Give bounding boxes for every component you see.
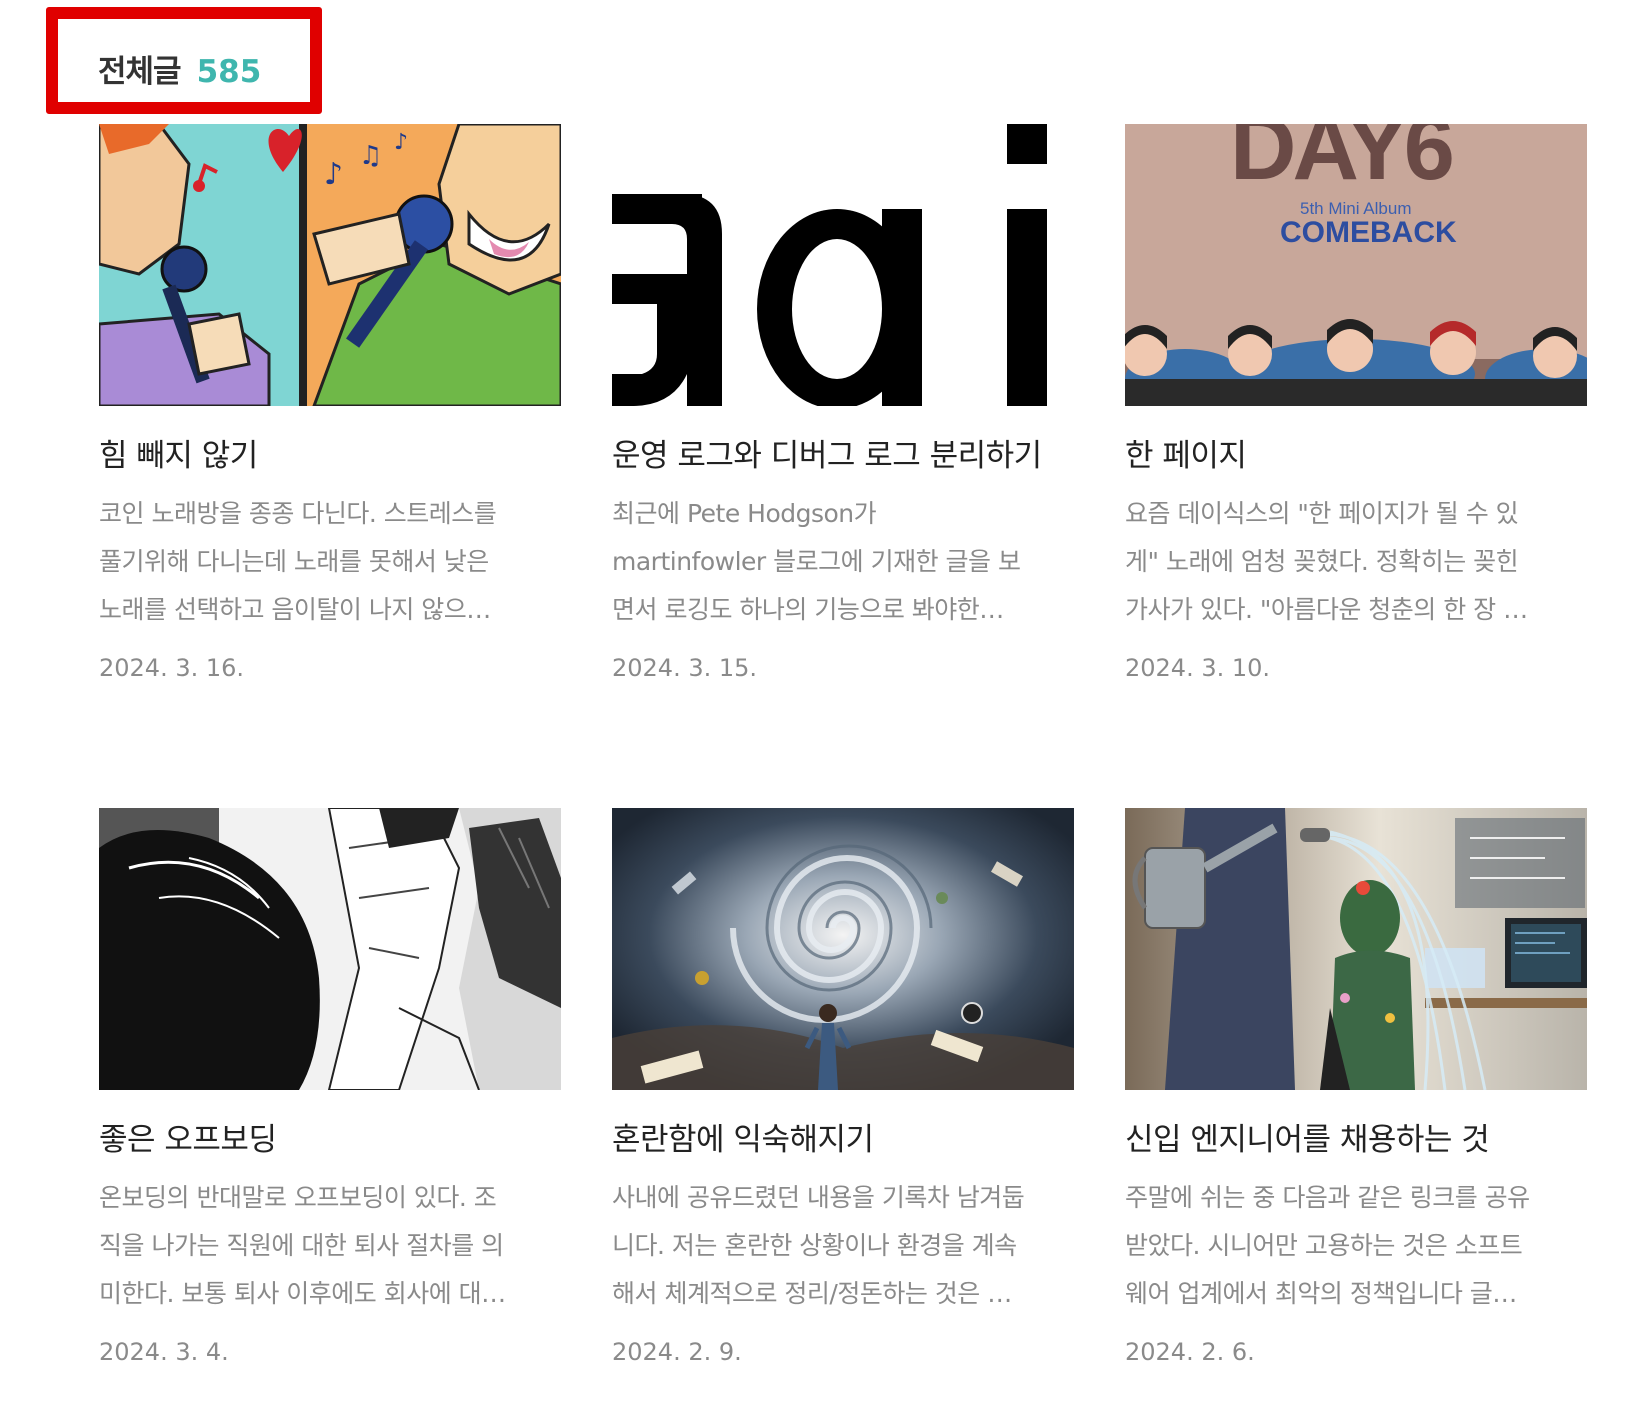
text-logo-image: [612, 124, 1074, 406]
post-summary-line: 노래를 선택하고 음이탈이 나지 않으…: [99, 595, 491, 624]
post-card[interactable]: DAY6 5th Mini Album COMEBACK 한 페이지 요즘 데이…: [1125, 124, 1587, 682]
post-summary-line: 코인 노래방을 종종 다닌다. 스트레스를: [99, 499, 497, 528]
svg-text:♪: ♪: [324, 157, 343, 192]
post-card[interactable]: 좋은 오프보딩 온보딩의 반대말로 오프보딩이 있다. 조 직을 나가는 직원에…: [99, 808, 561, 1366]
post-summary-line: 풀기위해 다니는데 노래를 못해서 낮은: [99, 547, 489, 576]
spiral-chaos-image: [612, 808, 1074, 1090]
post-thumbnail[interactable]: DAY6 5th Mini Album COMEBACK: [1125, 124, 1587, 406]
post-summary-line: 요즘 데이식스의 "한 페이지가 될 수 있: [1125, 499, 1519, 528]
post-summary-line: martinfowler 블로그에 기재한 글을 보: [612, 547, 1021, 576]
post-summary-line: 사내에 공유드렸던 내용을 기록차 남겨둡: [612, 1183, 1025, 1212]
post-summary: 온보딩의 반대말로 오프보딩이 있다. 조 직을 나가는 직원에 대한 퇴사 절…: [99, 1174, 561, 1318]
post-card[interactable]: ♪ ♫ ♪ 힘 빼지 않기 코인 노래방을 종종 다닌다. 스트레스를 풀기위해…: [99, 124, 561, 682]
post-card[interactable]: 운영 로그와 디버그 로그 분리하기 최근에 Pete Hodgson가 mar…: [612, 124, 1074, 682]
post-summary-line: 주말에 쉬는 중 다음과 같은 링크를 공유: [1125, 1183, 1530, 1212]
post-summary: 요즘 데이식스의 "한 페이지가 될 수 있 게" 노래에 엄청 꽂혔다. 정확…: [1125, 490, 1587, 634]
post-summary: 최근에 Pete Hodgson가 martinfowler 블로그에 기재한 …: [612, 490, 1074, 634]
post-summary-line: 게" 노래에 엄청 꽂혔다. 정확히는 꽂힌: [1125, 547, 1519, 576]
post-summary-line: 면서 로깅도 하나의 기능으로 봐야한…: [612, 595, 1004, 624]
post-summary-line: 해서 체계적으로 정리/정돈하는 것은 …: [612, 1279, 1012, 1308]
post-summary: 사내에 공유드렸던 내용을 기록차 남겨둡 니다. 저는 혼란한 상황이나 환경…: [612, 1174, 1074, 1318]
post-summary-line: 니다. 저는 혼란한 상황이나 환경을 계속: [612, 1231, 1017, 1260]
post-summary-line: 받았다. 시니어만 고용하는 것은 소프트: [1125, 1231, 1523, 1260]
album-cover-image: DAY6 5th Mini Album COMEBACK: [1125, 124, 1587, 406]
post-date: 2024. 2. 9.: [612, 1338, 742, 1366]
post-thumbnail[interactable]: [612, 808, 1074, 1090]
post-thumbnail[interactable]: [1125, 808, 1587, 1090]
post-title[interactable]: 운영 로그와 디버그 로그 분리하기: [612, 436, 1074, 476]
post-date: 2024. 3. 15.: [612, 654, 758, 682]
category-label: 전체글: [98, 54, 182, 90]
post-thumbnail[interactable]: ♪ ♫ ♪: [99, 124, 561, 406]
post-date: 2024. 3. 4.: [99, 1338, 229, 1366]
post-summary-line: 직을 나가는 직원에 대한 퇴사 절차를 의: [99, 1231, 504, 1260]
post-thumbnail[interactable]: [612, 124, 1074, 406]
svg-text:♪: ♪: [394, 130, 408, 155]
comic-singing-image: ♪ ♫ ♪: [99, 124, 561, 406]
post-date: 2024. 3. 16.: [99, 654, 245, 682]
post-summary-line: 미한다. 보통 퇴사 이후에도 회사에 대…: [99, 1279, 506, 1308]
watering-plant-person-image: [1125, 808, 1587, 1090]
post-card[interactable]: 신입 엔지니어를 채용하는 것 주말에 쉬는 중 다음과 같은 링크를 공유 받…: [1125, 808, 1587, 1366]
post-title[interactable]: 신입 엔지니어를 채용하는 것: [1125, 1120, 1587, 1160]
post-thumbnail[interactable]: [99, 808, 561, 1090]
post-date: 2024. 3. 10.: [1125, 654, 1271, 682]
post-title[interactable]: 좋은 오프보딩: [99, 1120, 561, 1160]
svg-text:DAY6: DAY6: [1230, 124, 1452, 199]
manga-image: [99, 808, 561, 1090]
svg-text:♫: ♫: [359, 141, 382, 171]
svg-text:COMEBACK: COMEBACK: [1280, 216, 1457, 249]
post-title[interactable]: 혼란함에 익숙해지기: [612, 1120, 1074, 1160]
post-summary-line: 가사가 있다. "아름다운 청춘의 한 장 …: [1125, 595, 1528, 624]
post-summary: 주말에 쉬는 중 다음과 같은 링크를 공유 받았다. 시니어만 고용하는 것은…: [1125, 1174, 1587, 1318]
post-date: 2024. 2. 6.: [1125, 1338, 1255, 1366]
post-title[interactable]: 한 페이지: [1125, 436, 1587, 476]
post-summary-line: 온보딩의 반대말로 오프보딩이 있다. 조: [99, 1183, 497, 1212]
post-summary-line: 최근에 Pete Hodgson가: [612, 499, 877, 528]
post-card[interactable]: 혼란함에 익숙해지기 사내에 공유드렸던 내용을 기록차 남겨둡 니다. 저는 …: [612, 808, 1074, 1366]
category-header: 전체글 585: [98, 46, 261, 91]
post-title[interactable]: 힘 빼지 않기: [99, 436, 561, 476]
post-summary-line: 웨어 업계에서 최악의 정책입니다 글…: [1125, 1279, 1517, 1308]
post-count: 585: [196, 54, 262, 90]
post-summary: 코인 노래방을 종종 다닌다. 스트레스를 풀기위해 다니는데 노래를 못해서 …: [99, 490, 561, 634]
